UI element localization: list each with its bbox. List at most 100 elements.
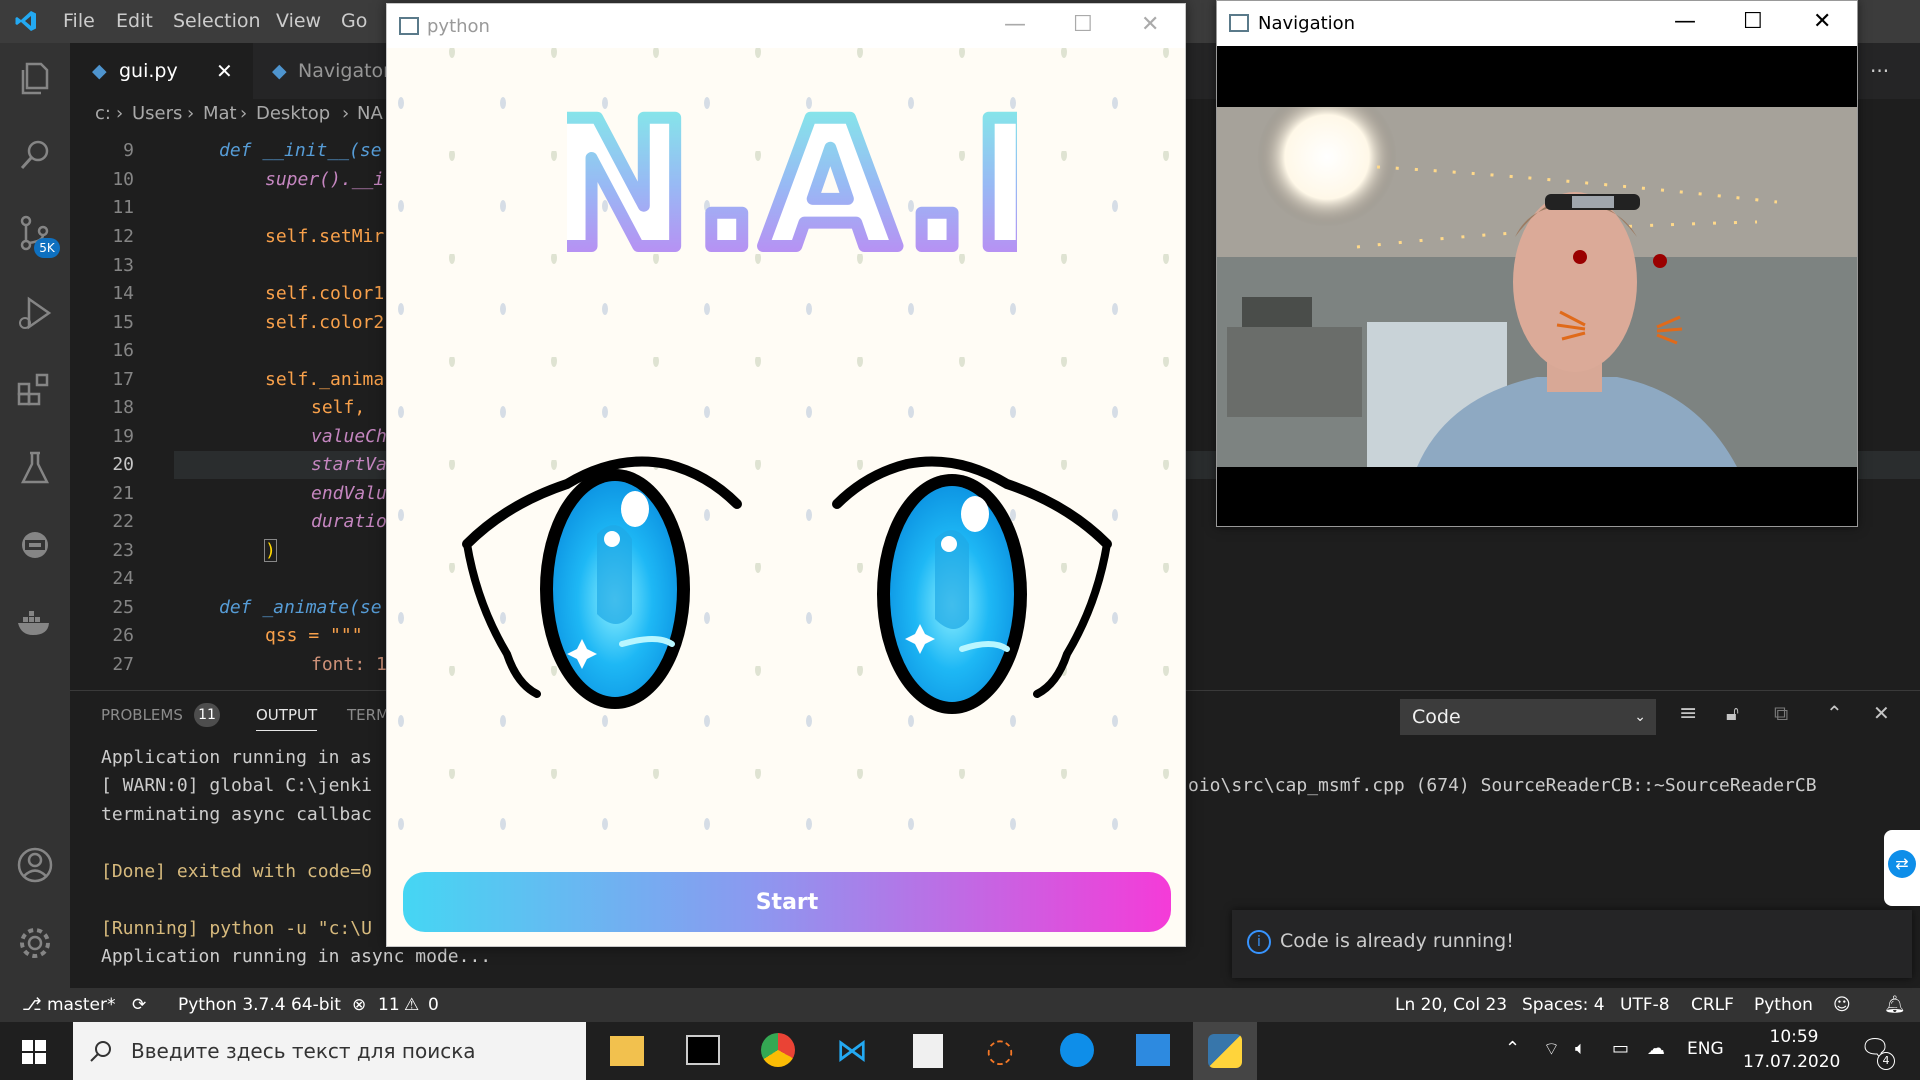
warning-icon: ⚠ [404,995,420,1015]
maximize-panel-icon[interactable]: ⌃ [1826,701,1843,725]
code-line: self.color2 [265,312,385,333]
nai-window-titlebar[interactable]: python — ☐ ✕ [387,4,1185,48]
breadcrumb-item[interactable]: Desktop [256,99,330,129]
line-number: 25 [112,597,134,618]
menu-edit[interactable]: Edit [116,0,153,43]
open-log-icon[interactable]: ⧉ [1774,701,1788,725]
git-branch[interactable]: master* [47,988,115,1022]
teamviewer-sidetab[interactable]: ⇄ [1884,830,1920,906]
start-button[interactable]: Start [403,872,1171,932]
explorer-icon[interactable] [15,58,55,98]
settings-gear-icon[interactable] [15,923,55,963]
run-debug-icon[interactable] [15,293,55,333]
search-icon[interactable] [15,135,55,175]
line-number: 12 [112,226,134,247]
tab-terminal[interactable]: TERM [347,706,389,724]
menu-file[interactable]: File [63,0,95,43]
chevron-up-icon[interactable]: ⌃ [1505,1038,1520,1059]
sync-icon[interactable]: ⟳ [132,988,146,1022]
minimize-icon[interactable]: — [1004,12,1026,37]
menu-selection[interactable]: Selection [173,0,261,43]
notification-count-badge: 4 [1877,1052,1895,1070]
python-icon [1208,1034,1242,1068]
output-channel-select[interactable]: Code ⌄ [1400,699,1656,735]
code-line: qss = """ [265,625,363,646]
maximize-icon[interactable]: ☐ [1073,12,1093,37]
onedrive-cloud-icon[interactable]: ☁ [1647,1038,1665,1059]
tab-gui-py[interactable]: ◆ gui.py ✕ [70,43,253,99]
code-line: def __init__(se [219,140,382,161]
taskbar-search-box[interactable]: Введите здесь текст для поиска [73,1022,586,1080]
clock-date[interactable]: 17.07.2020 [1743,1052,1840,1072]
breadcrumb-item[interactable]: c: [95,99,111,129]
clear-output-icon[interactable]: ≡ [1679,701,1697,726]
teamviewer-taskbar-icon[interactable] [1060,1033,1094,1067]
notifications-bell-icon[interactable]: 🔔︎ [1884,988,1906,1022]
line-number: 9 [123,140,134,161]
indentation[interactable]: Spaces: 4 [1522,988,1605,1022]
breadcrumb-item[interactable]: NA [357,99,383,129]
file-explorer-icon[interactable] [610,1036,644,1066]
tab-close-icon[interactable]: ✕ [216,43,233,99]
teamviewer-icon: ⇄ [1888,850,1916,878]
input-language[interactable]: ENG [1687,1039,1724,1059]
output-line: terminating async callbac [101,804,372,825]
vscode-taskbar-icon[interactable]: ⋈ [836,1031,868,1069]
cursor-position[interactable]: Ln 20, Col 23 [1395,988,1507,1022]
breadcrumb-item[interactable]: Users [132,99,182,129]
app-window-icon [399,17,419,35]
tab-label: gui.py [119,60,178,82]
python-interpreter[interactable]: Python 3.7.4 64-bit [178,988,341,1022]
navigation-titlebar[interactable]: Navigation — ☐ ✕ [1217,1,1857,46]
maximize-icon[interactable]: ☐ [1743,9,1763,34]
line-number: 20 [112,454,134,475]
feedback-icon[interactable]: ☺ [1833,988,1851,1022]
selected-channel: Code [1412,706,1461,728]
terminal-icon[interactable] [686,1035,720,1065]
nai-app-window: python — ☐ ✕ N.A.I Start [386,3,1187,947]
account-icon[interactable] [15,845,55,885]
close-icon[interactable]: ✕ [1813,9,1831,34]
menu-view[interactable]: View [276,0,321,43]
line-ending[interactable]: CRLF [1691,988,1734,1022]
lock-icon[interactable]: 🔓︎ [1726,701,1739,725]
python-file-taskbar-icon[interactable] [913,1034,943,1068]
output-line: Application running in async mode... [101,946,492,967]
code-line: self.color1 [265,283,385,304]
extensions-icon[interactable] [15,370,55,410]
menu-go[interactable]: Go [341,0,367,43]
code-line: duratio [311,511,387,532]
jupyter-icon[interactable]: ◌ [986,1031,1014,1069]
clock-time[interactable]: 10:59 [1764,1027,1824,1047]
navigation-window: Navigation — ☐ ✕ [1216,0,1858,527]
testing-flask-icon[interactable] [15,448,55,488]
tab-output[interactable]: OUTPUT [256,706,318,731]
volume-icon[interactable]: 🔈︎ [1575,1038,1586,1059]
python-taskbar-active[interactable] [1193,1022,1257,1080]
remote-explorer-icon[interactable] [15,525,55,565]
output-line: [Done] exited with code=0 [101,861,372,882]
docker-icon[interactable] [15,603,55,643]
close-icon[interactable]: ✕ [1141,12,1159,37]
close-panel-icon[interactable]: ✕ [1873,701,1890,725]
warning-count[interactable]: 0 [428,988,439,1022]
window-title: Navigation [1258,13,1356,34]
line-number: 11 [112,197,134,218]
battery-icon[interactable]: ▭ [1612,1038,1629,1059]
status-bar: ⎇ master* ⟳ Python 3.7.4 64-bit ⊗ 11 ⚠ 0… [0,988,1920,1022]
error-count[interactable]: 11 [378,988,400,1022]
language-mode[interactable]: Python [1754,988,1813,1022]
wifi-icon[interactable]: ⌔ [1543,1038,1560,1061]
windows-start-icon[interactable] [22,1040,46,1064]
chrome-icon[interactable] [761,1033,795,1067]
line-number: 22 [112,511,134,532]
photos-icon[interactable] [1136,1034,1170,1066]
minimize-icon[interactable]: — [1674,9,1696,34]
nai-logo: N.A.I [567,94,1017,274]
encoding[interactable]: UTF-8 [1620,988,1670,1022]
line-number: 27 [112,654,134,675]
more-actions-icon[interactable]: ··· [1870,43,1889,99]
tab-problems[interactable]: PROBLEMS [101,706,183,724]
chevron-right-icon: › [342,103,350,124]
breadcrumb-item[interactable]: Mat [203,99,237,129]
